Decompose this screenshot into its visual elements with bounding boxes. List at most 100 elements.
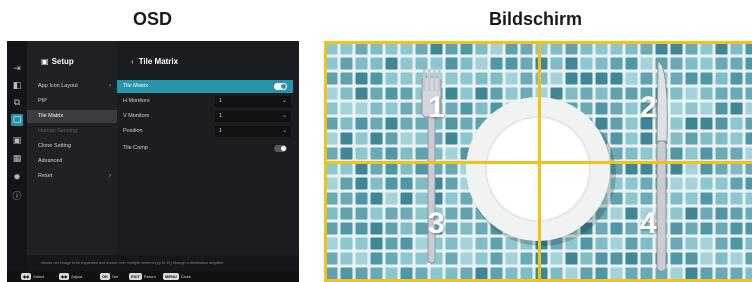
mosaic-tile [745, 177, 752, 190]
mosaic-tile [355, 117, 368, 130]
mosaic-tile [445, 132, 458, 145]
mosaic-tile [445, 42, 458, 55]
mosaic-tile [370, 102, 383, 115]
mosaic-tile [445, 267, 458, 280]
mosaic-tile [700, 147, 713, 160]
mosaic-tile [415, 192, 428, 205]
mosaic-tile [655, 42, 668, 55]
mosaic-tile [715, 222, 728, 235]
mosaic-tile [640, 72, 653, 85]
mosaic-tile [685, 57, 698, 70]
mosaic-tile [700, 132, 713, 145]
mosaic-tile [325, 252, 338, 265]
mosaic-tile [325, 87, 338, 100]
setup-menu-item[interactable]: Human Sensing [27, 125, 117, 138]
mosaic-tile [415, 42, 428, 55]
row-label: Tile Matrix [123, 83, 149, 89]
mosaic-tile [415, 162, 428, 175]
picture-icon[interactable]: ◧ [11, 80, 23, 92]
setup-menu-item[interactable]: Advanced [27, 155, 117, 168]
setup-menu-item[interactable]: PIP [27, 95, 117, 108]
mosaic-tile [370, 207, 383, 220]
mosaic-tile [730, 207, 743, 220]
mosaic-tile [595, 237, 608, 250]
mosaic-tile [700, 192, 713, 205]
select-value: 1 [219, 98, 223, 104]
fork-tine [438, 69, 441, 91]
mosaic-tile [700, 87, 713, 100]
mosaic-tile [325, 72, 338, 85]
mosaic-tile [415, 207, 428, 220]
setup-menu-item[interactable]: Clone Setting [27, 140, 117, 153]
value-select[interactable]: 1 ⌄ [215, 111, 291, 122]
mosaic-tile [565, 57, 578, 70]
toggle-switch[interactable] [274, 83, 287, 90]
display-icon[interactable]: ▢ [11, 114, 23, 126]
mosaic-tile [730, 72, 743, 85]
setup-icon[interactable]: ▣ [11, 135, 23, 147]
tile-matrix-row[interactable]: V Monitors 1 ⌄ [117, 110, 293, 123]
mosaic-tile [325, 207, 338, 220]
mosaic-tile [340, 72, 353, 85]
mosaic-tile [745, 192, 752, 205]
mosaic-tile [475, 222, 488, 235]
mosaic-tile [385, 252, 398, 265]
mosaic-tile [385, 102, 398, 115]
mosaic-tile [355, 102, 368, 115]
mosaic-tile [400, 72, 413, 85]
tile-matrix-row[interactable]: H Monitors 1 ⌄ [117, 95, 293, 108]
input-icon[interactable]: ⇥ [11, 63, 23, 75]
mosaic-tile [460, 87, 473, 100]
apps-icon[interactable]: ▦ [11, 153, 23, 165]
mosaic-tile [340, 222, 353, 235]
mosaic-tile [640, 162, 653, 175]
mosaic-tile [595, 87, 608, 100]
mosaic-tile [715, 192, 728, 205]
setup-menu-item[interactable]: Tile Matrix [27, 110, 117, 123]
mosaic-tile [745, 102, 752, 115]
mosaic-tile [505, 42, 518, 55]
mosaic-tile [565, 267, 578, 280]
mosaic-tile [325, 192, 338, 205]
mosaic-tile [355, 177, 368, 190]
mosaic-tile [685, 147, 698, 160]
mosaic-tile [715, 102, 728, 115]
value-select[interactable]: 1 ⌄ [215, 126, 291, 137]
footer-key-label: Return [143, 274, 156, 279]
mosaic-tile [400, 222, 413, 235]
mosaic-tile [325, 117, 338, 130]
mosaic-tile [385, 237, 398, 250]
mosaic-tile [715, 57, 728, 70]
mosaic-tile [460, 57, 473, 70]
mosaic-tile [625, 57, 638, 70]
toggle-switch[interactable] [274, 145, 287, 152]
tile-matrix-row[interactable]: Tile Comp [117, 142, 293, 155]
mosaic-tile [385, 87, 398, 100]
mosaic-tile [685, 42, 698, 55]
mosaic-tile [355, 132, 368, 145]
mosaic-tile [520, 252, 533, 265]
mosaic-tile [370, 87, 383, 100]
gear-icon[interactable]: ✹ [11, 172, 23, 184]
mosaic-tile [355, 222, 368, 235]
mosaic-tile [700, 117, 713, 130]
mosaic-tile [340, 177, 353, 190]
mosaic-tile [610, 267, 623, 280]
tile-matrix-row[interactable]: Position 1 ⌄ [117, 125, 293, 138]
mosaic-tile [505, 72, 518, 85]
setup-menu-item[interactable]: App Icon Layout › [27, 80, 117, 93]
mosaic-tile [730, 252, 743, 265]
multi-picture-icon[interactable]: ⧉ [11, 97, 23, 109]
mosaic-tile [430, 57, 443, 70]
info-icon[interactable]: ⓘ [11, 191, 23, 203]
setup-menu-item[interactable]: Reset › [27, 170, 117, 183]
value-select[interactable]: 1 ⌄ [215, 96, 291, 107]
back-chevron-icon[interactable]: ‹ [131, 57, 134, 66]
mosaic-tile [730, 87, 743, 100]
tile-matrix-row[interactable]: Tile Matrix [117, 80, 293, 93]
mosaic-tile [415, 237, 428, 250]
mosaic-tile [400, 147, 413, 160]
mosaic-tile [325, 147, 338, 160]
mosaic-tile [325, 177, 338, 190]
mosaic-tile [460, 117, 473, 130]
